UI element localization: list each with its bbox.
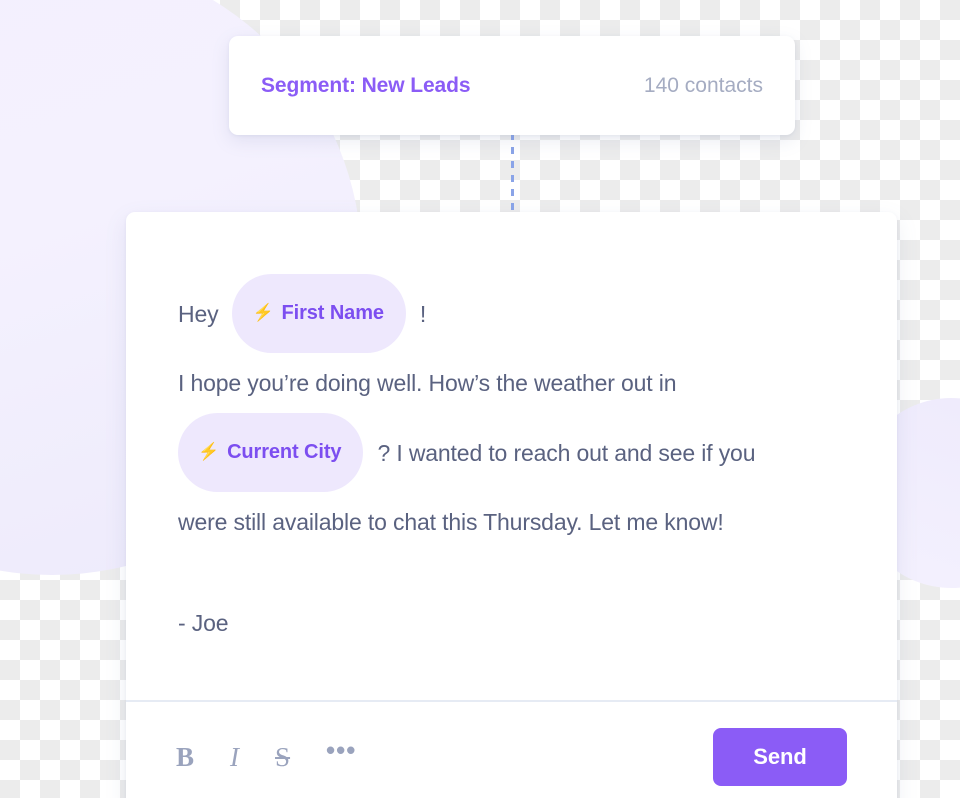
dashed-connector-line <box>511 133 514 213</box>
message-line-2: ⚡ Current City ? I wanted to reach out a… <box>178 413 849 492</box>
formatting-tool-group: B I S ••• <box>176 737 356 771</box>
message-signature: - Joe <box>178 610 229 636</box>
message-line-2-text: ? I wanted to reach out and see if you <box>377 439 756 466</box>
greeting-suffix-text: ! <box>419 300 427 327</box>
more-options-icon[interactable]: ••• <box>326 737 356 763</box>
italic-icon[interactable]: I <box>230 743 239 771</box>
message-line-1: I hope you’re doing well. How’s the weat… <box>178 353 849 413</box>
composer-toolbar: B I S ••• Send <box>126 700 897 798</box>
send-button[interactable]: Send <box>713 728 847 786</box>
merge-tag-current-city-label: Current City <box>227 441 342 463</box>
strikethrough-icon[interactable]: S <box>275 743 290 771</box>
message-composer-card: Hey ⚡ First Name ! I hope you’re doing w… <box>126 212 897 798</box>
lightning-bolt-icon: ⚡ <box>198 441 220 461</box>
merge-tag-first-name[interactable]: ⚡ First Name <box>232 274 406 353</box>
greeting-prefix-text: Hey <box>178 300 219 327</box>
bold-icon[interactable]: B <box>176 743 194 771</box>
message-line-3: were still available to chat this Thursd… <box>178 492 849 552</box>
merge-tag-first-name-label: First Name <box>281 302 384 324</box>
segment-card[interactable]: Segment: New Leads 140 contacts <box>229 36 795 135</box>
message-line-1-text: I hope you’re doing well. How’s the weat… <box>178 370 677 396</box>
merge-tag-current-city[interactable]: ⚡ Current City <box>178 413 364 492</box>
scene: Segment: New Leads 140 contacts Hey ⚡ Fi… <box>0 0 960 798</box>
message-editor[interactable]: Hey ⚡ First Name ! I hope you’re doing w… <box>126 212 897 700</box>
message-line-3-text: were still available to chat this Thursd… <box>178 509 724 535</box>
segment-title: Segment: New Leads <box>261 73 471 97</box>
greeting-line: Hey ⚡ First Name ! <box>178 274 849 353</box>
lightning-bolt-icon: ⚡ <box>252 302 274 322</box>
segment-contact-count: 140 contacts <box>643 73 763 97</box>
